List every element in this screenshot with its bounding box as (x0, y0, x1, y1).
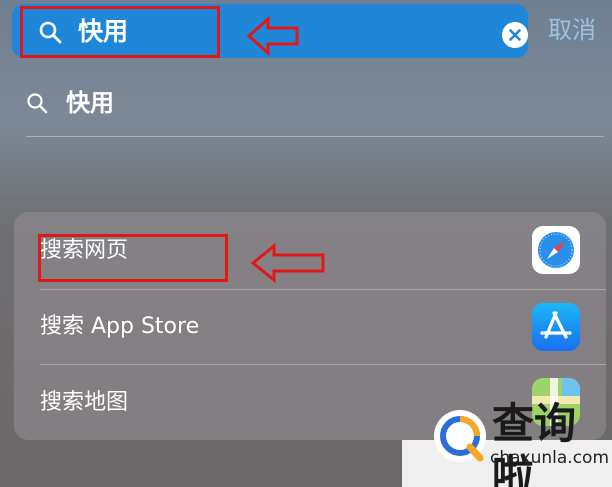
annotation-box (20, 6, 220, 58)
safari-icon[interactable] (532, 226, 580, 274)
annotation-box (38, 234, 228, 282)
cancel-button[interactable]: 取消 (548, 14, 596, 46)
app-store-icon[interactable] (532, 303, 580, 351)
search-icon (27, 93, 48, 114)
arrow-left-icon (250, 243, 325, 283)
watermark-domain: chaxunla.com (490, 448, 609, 468)
search-app-store-item[interactable]: 搜索 App Store (40, 310, 199, 344)
clear-icon[interactable] (502, 22, 528, 48)
divider (40, 289, 606, 290)
suggestion-item[interactable]: 快用 (66, 86, 114, 120)
divider (26, 136, 604, 137)
search-maps-item[interactable]: 搜索地图 (40, 386, 128, 420)
arrow-left-icon (246, 16, 299, 56)
watermark-text: 查询啦 (492, 399, 577, 487)
divider (40, 364, 606, 365)
